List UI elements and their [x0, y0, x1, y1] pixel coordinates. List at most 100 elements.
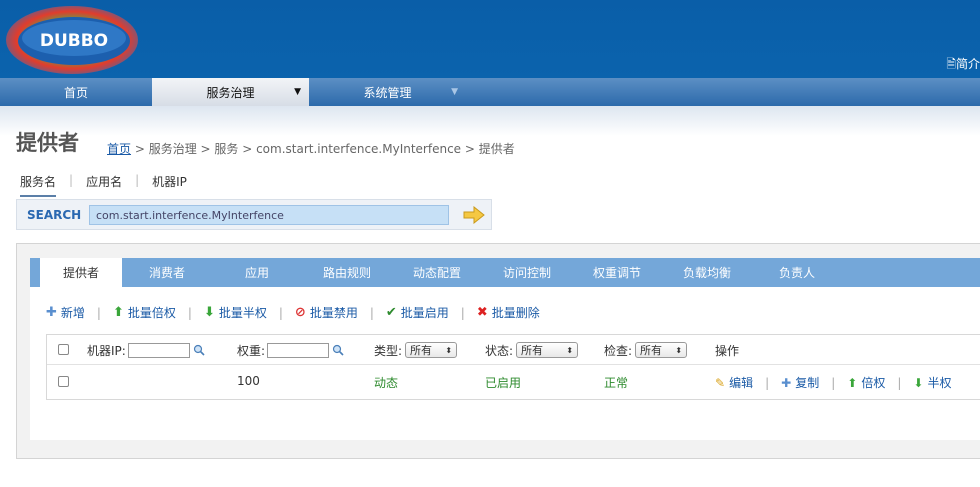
breadcrumb-home-link[interactable]: 首页	[107, 142, 131, 156]
weight-filter-input[interactable]	[267, 342, 330, 358]
status-select-value: 所有	[521, 344, 544, 357]
search-input[interactable]	[89, 205, 449, 225]
nav-service-governance-label: 服务治理	[206, 85, 255, 100]
stepper-icon: ⬍	[566, 345, 574, 355]
status-select[interactable]: 所有 ⬍	[516, 342, 579, 358]
divider: |	[187, 305, 192, 320]
check-header: 检查:	[604, 343, 633, 358]
batch-double-weight-button[interactable]: ⬆ 批量倍权	[113, 304, 176, 321]
batch-enable-label: 批量启用	[400, 306, 449, 320]
double-weight-label: 倍权	[861, 376, 886, 390]
double-weight-link[interactable]: ⬆ 倍权	[847, 374, 885, 391]
type-select-value: 所有	[410, 344, 433, 357]
ip-filter: 机器IP:	[87, 341, 205, 359]
tab-load-balance[interactable]: 负载均衡	[662, 258, 752, 287]
arrow-right-icon[interactable]	[463, 206, 485, 224]
status-filter: 状态: 所有 ⬍	[485, 341, 579, 359]
search-icon[interactable]	[332, 344, 344, 356]
breadcrumb: 首页 > 服务治理 > 服务 > com.start.interfence.My…	[107, 140, 515, 157]
tab-access-control[interactable]: 访问控制	[482, 258, 572, 287]
arrow-up-icon: ⬆	[847, 375, 858, 390]
table-header: 机器IP: 权重: 类型: 所有 ⬍ 状态: 所有 ⬍ 检查: 所有 ⬍ 操作	[47, 335, 980, 365]
divider: |	[765, 375, 770, 390]
tab-routes[interactable]: 路由规则	[302, 258, 392, 287]
batch-double-label: 批量倍权	[127, 306, 176, 320]
search-box: SEARCH	[16, 199, 492, 230]
add-button[interactable]: ✚ 新增	[46, 304, 85, 321]
copy-link[interactable]: ✚ 复制	[781, 374, 819, 391]
check-filter: 检查: 所有 ⬍	[604, 341, 688, 359]
stepper-icon: ⬍	[675, 345, 683, 355]
batch-enable-button[interactable]: ✔ 批量启用	[386, 304, 449, 321]
edit-label: 编辑	[729, 376, 754, 390]
arrow-up-icon: ⬆	[112, 305, 124, 320]
ip-filter-input[interactable]	[127, 342, 190, 358]
batch-disable-button[interactable]: ⊘ 批量禁用	[295, 304, 358, 321]
nav-service-governance[interactable]: 服务治理 ▼	[152, 78, 309, 106]
arrow-down-icon: ⬇	[203, 305, 215, 320]
nav-home[interactable]: 首页	[0, 78, 152, 106]
search-tab-service[interactable]: 服务名	[20, 173, 57, 197]
divider: |	[69, 173, 74, 187]
nav-system-management[interactable]: 系统管理 ▼	[309, 78, 466, 106]
divider: |	[897, 375, 902, 390]
search-tab-ip[interactable]: 机器IP	[152, 173, 187, 197]
check-icon: ✔	[385, 305, 397, 320]
svg-text:DUBBO: DUBBO	[40, 31, 108, 51]
ops-header: 操作	[715, 343, 740, 358]
search-tab-application[interactable]: 应用名	[86, 173, 122, 197]
batch-half-label: 批量半权	[218, 306, 267, 320]
pencil-icon: ✎	[715, 375, 726, 390]
checkbox[interactable]	[58, 376, 69, 387]
page-title: 提供者	[16, 131, 79, 155]
copy-label: 复制	[795, 376, 820, 390]
chevron-down-icon: ▼	[451, 87, 458, 97]
row-status: 已启用	[485, 376, 522, 390]
providers-table: 机器IP: 权重: 类型: 所有 ⬍ 状态: 所有 ⬍ 检查: 所有 ⬍ 操作 100…	[46, 334, 980, 400]
tab-dynamic-config[interactable]: 动态配置	[392, 258, 482, 287]
batch-toolbar: ✚ 新增 | ⬆ 批量倍权 | ⬇ 批量半权 | ⊘ 批量禁用 | ✔ 批量启用 | ✖ 批…	[46, 304, 540, 321]
row-actions: ✎ 编辑 | ✚ 复制 | ⬆ 倍权 | ⬇ 半权	[715, 374, 951, 391]
row-type: 动态	[374, 376, 399, 390]
checkbox[interactable]	[58, 344, 69, 355]
check-select[interactable]: 所有 ⬍	[635, 342, 688, 358]
chevron-down-icon: ▼	[294, 87, 301, 97]
row-check: 正常	[604, 376, 629, 390]
document-icon: 🗎	[946, 57, 956, 71]
half-weight-label: 半权	[927, 376, 952, 390]
breadcrumb-path: > 服务治理 > 服务 > com.start.interfence.MyInt…	[131, 142, 515, 156]
tab-owners[interactable]: 负责人	[752, 258, 842, 287]
search-label: SEARCH	[27, 208, 82, 222]
edit-link[interactable]: ✎ 编辑	[715, 374, 753, 391]
divider: |	[460, 305, 465, 320]
type-header: 类型:	[374, 343, 403, 358]
divider: |	[831, 375, 836, 390]
type-filter: 类型: 所有 ⬍	[374, 341, 458, 359]
divider: |	[135, 173, 140, 187]
weight-header: 权重:	[237, 343, 266, 358]
batch-delete-button[interactable]: ✖ 批量删除	[477, 304, 540, 321]
status-header: 状态:	[485, 343, 514, 358]
divider: |	[369, 305, 374, 320]
tab-weights[interactable]: 权重调节	[572, 258, 662, 287]
intro-link[interactable]: 🗎简介	[946, 55, 980, 76]
tab-applications[interactable]: 应用	[212, 258, 302, 287]
row-weight: 100	[237, 374, 260, 388]
check-select-value: 所有	[640, 344, 663, 357]
tab-providers[interactable]: 提供者	[40, 258, 122, 287]
provider-tabs: 提供者 消费者 应用 路由规则 动态配置 访问控制 权重调节 负载均衡 负责人	[30, 258, 980, 287]
tab-consumers[interactable]: 消费者	[122, 258, 212, 287]
search-icon[interactable]	[193, 344, 205, 356]
row-checkbox[interactable]	[58, 376, 69, 387]
divider: |	[278, 305, 283, 320]
batch-disable-label: 批量禁用	[309, 306, 358, 320]
ip-header: 机器IP:	[87, 343, 126, 358]
type-select[interactable]: 所有 ⬍	[405, 342, 458, 358]
dubbo-logo[interactable]: DUBBO	[4, 4, 140, 76]
stepper-icon: ⬍	[445, 345, 453, 355]
batch-half-weight-button[interactable]: ⬇ 批量半权	[204, 304, 267, 321]
select-all-checkbox[interactable]	[58, 344, 69, 355]
arrow-down-icon: ⬇	[913, 375, 924, 390]
weight-filter: 权重:	[237, 341, 344, 359]
half-weight-link[interactable]: ⬇ 半权	[913, 374, 951, 391]
